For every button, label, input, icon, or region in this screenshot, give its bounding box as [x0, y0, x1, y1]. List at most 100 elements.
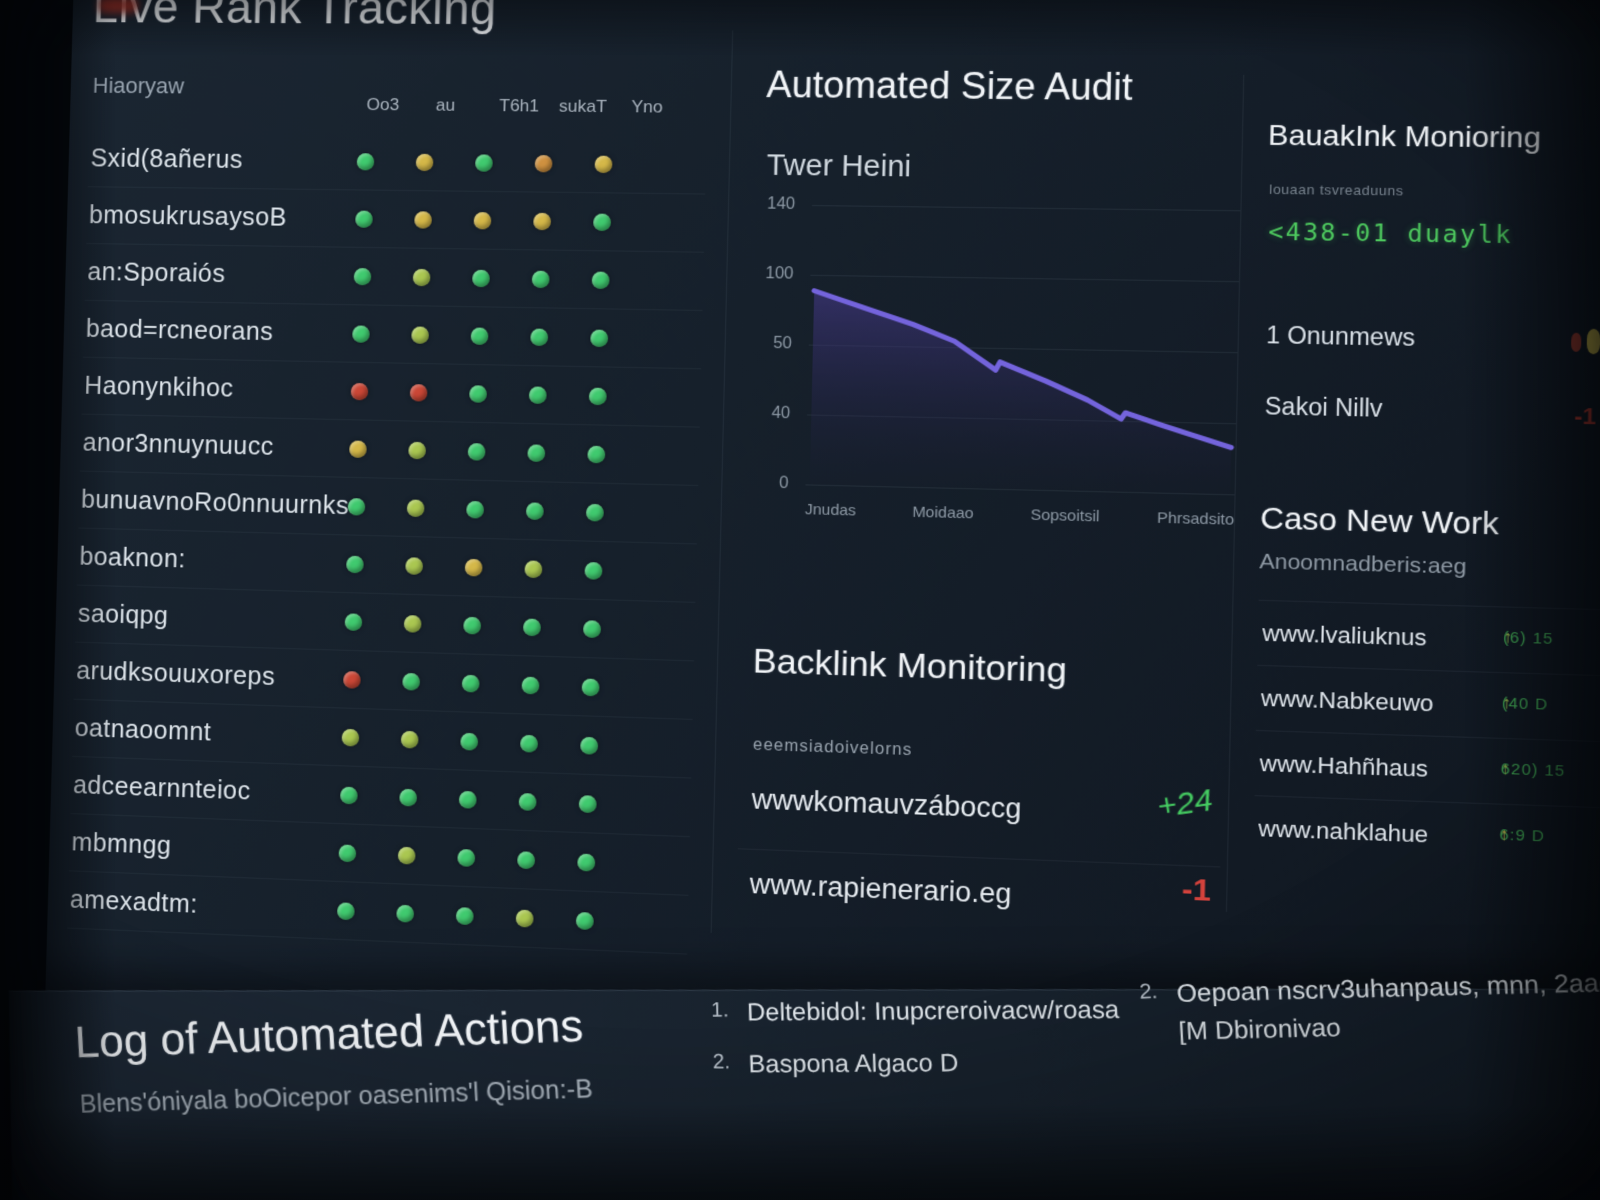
caso-rows: www.lvaliuknus↑(6) 15www.Nabkeuwo↑(40 Dw…: [1253, 600, 1600, 874]
rank-row[interactable]: bmosukrusaysoB: [86, 187, 705, 253]
status-dot-green: [582, 678, 600, 696]
engine-header-5[interactable]: Yno: [631, 97, 663, 118]
engine-header-3[interactable]: T6h1: [499, 96, 539, 117]
monitor-panel-title: BauakInk Monioring: [1268, 119, 1541, 155]
engine-header-2[interactable]: au: [436, 95, 456, 115]
status-dot-green: [460, 733, 478, 751]
status-dot-green: [593, 214, 611, 232]
status-dot-green: [346, 556, 364, 574]
log-item-text-line2: [M Dbironivao: [1178, 1007, 1600, 1047]
y-tick: 100: [765, 265, 794, 284]
rank-dots: [85, 244, 704, 310]
log-list-middle: 1.Deltebidol: Inupcreroivacw/roasa2.Basp…: [711, 995, 1207, 1102]
rank-row[interactable]: an:Sporaiós: [85, 244, 704, 311]
x-tick: Moidaao: [912, 503, 974, 527]
status-dot-green: [472, 270, 490, 287]
backlink-rows: wwwkomauvzáboccg+24www.rapienerario.eg-1: [736, 765, 1222, 954]
x-tick: Phrsadsito: [1157, 509, 1235, 534]
backlink-row[interactable]: www.rapienerario.eg-1: [736, 849, 1220, 953]
log-item-text: Oepoan nscrv3uhanpaus, mnn, 2aaek[M Dbir…: [1176, 968, 1600, 1047]
dashboard-screen: Live Rank Tracking Hiaoryaw Oo3auT6h1suk…: [37, 0, 1600, 1200]
caso-url[interactable]: www.Nabkeuwo: [1261, 685, 1434, 718]
engine-headers: Oo3 au T6h1 sukaT Yno: [90, 93, 712, 129]
status-dot-lime: [401, 731, 419, 749]
up-arrow-icon: ↑: [1502, 694, 1512, 713]
red-oval-icon: [1571, 333, 1581, 352]
backlink-url[interactable]: www.rapienerario.eg: [749, 868, 1012, 910]
status-dot-lime: [398, 847, 416, 865]
caso-value: ↑(40 D: [1502, 694, 1549, 713]
log-item: 2.Oepoan nscrv3uhanpaus, mnn, 2aaek[M Db…: [1139, 967, 1600, 1048]
y-tick: 40: [771, 404, 790, 423]
stat-negative-value: -1: [1574, 403, 1596, 431]
rank-panel-title: Live Rank Tracking: [92, 0, 497, 35]
size-audit-panel: Automated Size Audit Twer Heini 14010050…: [735, 0, 1250, 996]
status-dot-green: [399, 789, 417, 807]
status-dot-green: [583, 620, 601, 638]
audit-panel-title: Automated Size Audit: [766, 63, 1133, 109]
caso-url[interactable]: www.nahklahue: [1258, 815, 1428, 849]
status-dot-green: [357, 153, 375, 170]
x-tick: Jnudas: [805, 501, 857, 525]
red-smudge-artifact: [98, 0, 138, 13]
status-dot-green: [520, 735, 538, 753]
caso-row[interactable]: www.lvaliuknus ↑(6) 15: [1257, 600, 1600, 676]
status-dot-green: [586, 504, 604, 522]
status-dot-green: [456, 907, 474, 925]
status-dot-green: [396, 905, 414, 923]
status-dot-yellow: [474, 212, 492, 229]
status-dot-yellow: [414, 211, 432, 228]
y-tick: 140: [767, 195, 795, 214]
up-arrow-icon: ↑: [1499, 826, 1509, 845]
status-dot-lime: [411, 326, 429, 343]
status-dot-red: [343, 671, 361, 689]
audit-chart-svg: [810, 205, 1236, 494]
status-dot-yellow: [416, 154, 434, 171]
status-dot-orange: [535, 155, 553, 172]
caso-value: ↑620) 15: [1500, 760, 1565, 780]
status-dot-lime: [342, 729, 360, 747]
status-dot-green: [590, 330, 608, 348]
engine-header-4[interactable]: sukaT: [559, 96, 607, 117]
status-dot-green: [466, 501, 484, 519]
up-arrow-icon: ↑: [1500, 760, 1510, 779]
status-dot-green: [462, 675, 480, 693]
status-dot-green: [522, 677, 540, 695]
status-dot-green: [584, 562, 602, 580]
status-dot-green: [459, 791, 477, 809]
caso-panel-title: Caso New Work: [1260, 501, 1499, 543]
status-dot-green: [355, 211, 373, 228]
log-list-right: 2.Oepoan nscrv3uhanpaus, mnn, 2aaek[M Db…: [1139, 967, 1600, 1071]
status-dot-yellow: [465, 559, 483, 577]
log-item: 1.Deltebidol: Inupcreroivacw/roasa: [711, 995, 1205, 1028]
status-dot-green: [517, 851, 535, 869]
log-item-text: Deltebidol: Inupcreroivacw/roasa: [747, 996, 1120, 1028]
status-dot-yellow: [349, 440, 367, 458]
caso-value: ↑(6) 15: [1503, 629, 1554, 648]
status-dot-green: [587, 446, 605, 464]
caso-row[interactable]: www.Nabkeuwo ↑(40 D: [1256, 665, 1600, 742]
caso-row[interactable]: www.nahklahue↑6:9 D: [1253, 795, 1600, 874]
photo-scene: Live Rank Tracking Hiaoryaw Oo3auT6h1suk…: [0, 0, 1600, 1200]
caso-url[interactable]: www.Hahñhaus: [1259, 750, 1428, 783]
status-dot-lime: [413, 269, 431, 286]
caso-url[interactable]: www.lvaliuknus: [1262, 620, 1427, 652]
right-panel: BauakInk Monioring louaan tsvreaduuns <4…: [1250, 0, 1600, 1013]
monitor-highlight-value: <438-01 duaylk: [1268, 219, 1513, 249]
engine-header-1[interactable]: Oo3: [366, 95, 399, 115]
yellow-oval-icon: [1587, 329, 1600, 355]
status-dot-green: [337, 902, 355, 920]
status-dot-green: [402, 673, 420, 691]
rank-tracking-panel: Live Rank Tracking Hiaoryaw Oo3auT6h1suk…: [67, 0, 716, 973]
status-dot-lime: [524, 560, 542, 578]
backlink-url[interactable]: wwwkomauvzáboccg: [751, 784, 1022, 826]
status-dot-lime: [407, 499, 425, 517]
status-dot-lime: [405, 557, 423, 575]
status-dot-green: [577, 853, 595, 871]
rank-row[interactable]: Sxid(8añerus: [88, 130, 707, 194]
status-dot-green: [579, 795, 597, 813]
status-dot-green: [457, 849, 475, 867]
log-panel-subtitle: Blens'óniyala boOicepor oasenims'l Qisio…: [79, 1075, 593, 1120]
monitor-stat-row[interactable]: Sakoi Nillv -1: [1262, 388, 1600, 437]
monitor-stat-row[interactable]: 1 Onunmews: [1264, 317, 1600, 365]
